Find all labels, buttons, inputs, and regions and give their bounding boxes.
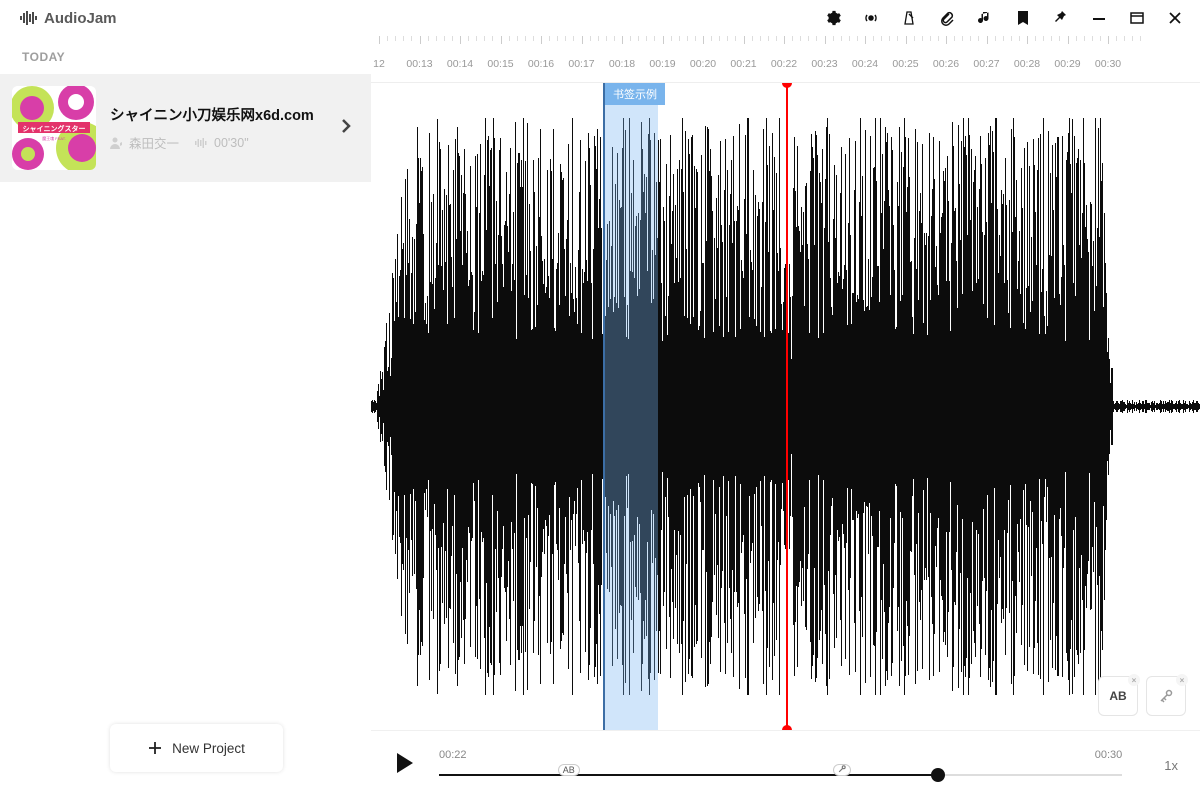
ruler-label: 00:14 <box>447 58 473 70</box>
ruler-label: 00:17 <box>568 58 594 70</box>
ruler-label: 00:23 <box>811 58 837 70</box>
main-editor: 12 00:13 00:14 00:15 00:16 00:17 00:18 00:19 00:… <box>371 36 1200 800</box>
ruler-label: 12 <box>373 58 385 70</box>
close-icon[interactable]: × <box>1128 674 1140 686</box>
playhead[interactable] <box>786 83 788 730</box>
current-time: 00:22 <box>439 749 467 761</box>
waveform-area[interactable]: 书签示例 AB × × <box>371 83 1200 730</box>
ruler-label: 00:30 <box>1095 58 1121 70</box>
total-time: 00:30 <box>1095 749 1123 761</box>
ruler-label: 00:18 <box>609 58 635 70</box>
sidebar: TODAY シャイニングスター 魔王魂 FEAT. <box>0 36 371 800</box>
key-button[interactable]: × <box>1146 676 1186 716</box>
ruler-label: 00:26 <box>933 58 959 70</box>
music-note-icon[interactable] <box>976 9 994 27</box>
header-toolbar <box>824 9 1184 27</box>
attachment-icon[interactable] <box>938 9 956 27</box>
ruler-label: 00:16 <box>528 58 554 70</box>
track-title: シャイニン小刀娱乐网x6d.com <box>110 104 337 125</box>
close-icon[interactable]: × <box>1176 674 1188 686</box>
ruler-label: 00:24 <box>852 58 878 70</box>
logo-bars-icon <box>20 11 38 25</box>
app-logo: AudioJam <box>20 10 117 27</box>
svg-text:シャイニングスター: シャイニングスター <box>23 124 86 133</box>
timeline-ruler[interactable]: 12 00:13 00:14 00:15 00:16 00:17 00:18 00:19 00:… <box>371 36 1200 83</box>
new-project-button[interactable]: New Project <box>110 724 283 772</box>
ab-marker[interactable]: AB <box>558 764 580 776</box>
track-item[interactable]: シャイニングスター 魔王魂 FEAT. シャイニン小刀娱乐网x6d.com 森田… <box>0 74 371 182</box>
svg-text:魔王魂 FEAT.: 魔王魂 FEAT. <box>42 135 66 141</box>
key-marker[interactable] <box>833 764 851 776</box>
ruler-label: 00:21 <box>730 58 756 70</box>
maximize-icon[interactable] <box>1128 9 1146 27</box>
metronome-icon[interactable] <box>900 9 918 27</box>
new-project-label: New Project <box>172 741 245 756</box>
pin-icon[interactable] <box>1052 9 1070 27</box>
play-button[interactable] <box>395 752 415 779</box>
ruler-label: 00:15 <box>487 58 513 70</box>
ruler-label: 00:19 <box>649 58 675 70</box>
ab-loop-button[interactable]: AB × <box>1098 676 1138 716</box>
app-header: AudioJam <box>0 0 1200 36</box>
ruler-label: 00:22 <box>771 58 797 70</box>
ruler-label: 00:27 <box>973 58 999 70</box>
section-label-today: TODAY <box>0 36 371 74</box>
ruler-label: 00:29 <box>1054 58 1080 70</box>
ruler-label: 00:25 <box>892 58 918 70</box>
app-name: AudioJam <box>44 10 117 27</box>
minimize-icon[interactable] <box>1090 9 1108 27</box>
chevron-right-icon[interactable] <box>337 117 355 140</box>
ruler-label: 00:20 <box>690 58 716 70</box>
close-icon[interactable] <box>1166 9 1184 27</box>
bookmark-region[interactable]: 书签示例 <box>603 83 658 730</box>
track-artwork: シャイニングスター 魔王魂 FEAT. <box>12 86 96 170</box>
broadcast-icon[interactable] <box>862 9 880 27</box>
ruler-label: 00:28 <box>1014 58 1040 70</box>
bookmark-label: 书签示例 <box>605 83 665 105</box>
track-artist: 森田交一 <box>110 133 179 152</box>
bookmark-icon[interactable] <box>1014 9 1032 27</box>
playback-speed[interactable]: 1x <box>1164 758 1178 773</box>
playhead-dot[interactable] <box>931 768 945 782</box>
transport-slider[interactable]: AB <box>439 767 1122 783</box>
transport-bar: 00:22 00:30 AB 1x <box>371 730 1200 800</box>
ruler-label: 00:13 <box>406 58 432 70</box>
track-duration: 00'30" <box>195 133 249 152</box>
settings-icon[interactable] <box>824 9 842 27</box>
